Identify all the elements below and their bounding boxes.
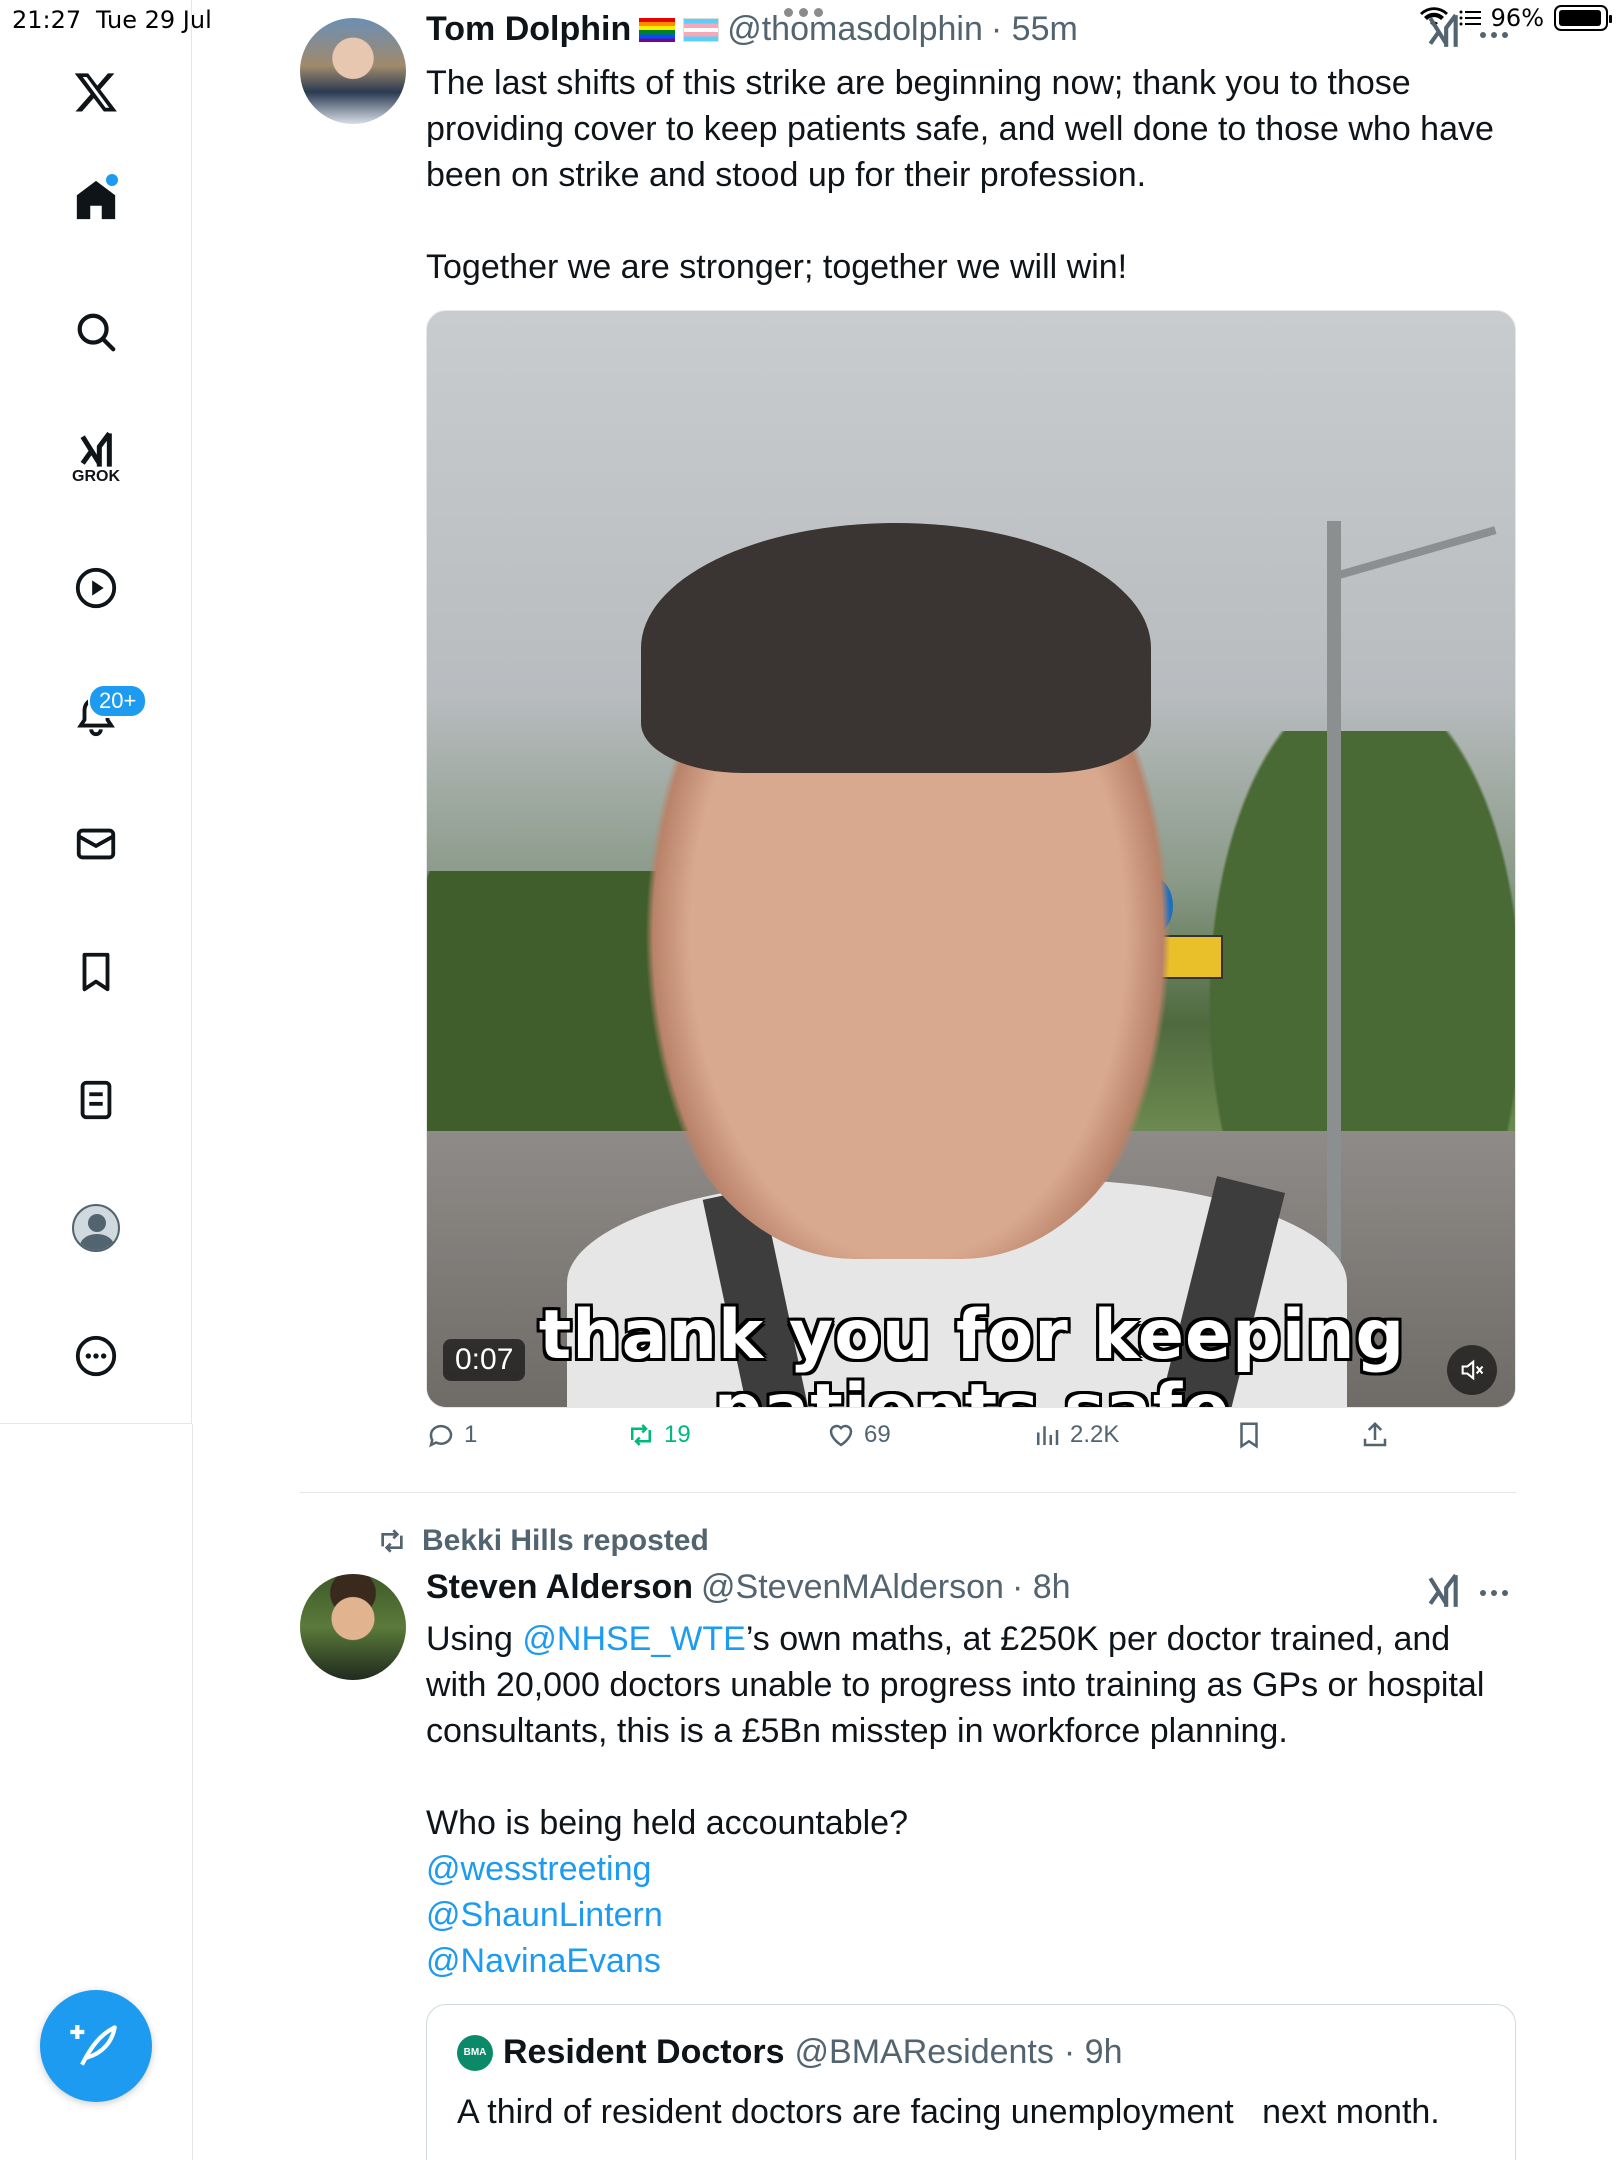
tweet-text-line: consultants, this is a £5Bn misstep in w… [426, 1712, 1288, 1750]
repost-icon [381, 1529, 403, 1553]
video-frame-lamppost-arm [1330, 526, 1497, 581]
bookmark-icon [82, 952, 110, 992]
tweet-text: Using @NHSE_WTE’s own maths, at £250K pe… [426, 1616, 1526, 1984]
battery-icon [1554, 5, 1612, 31]
x-logo-icon[interactable] [56, 52, 136, 132]
video-caption: thank you for keeping patients safe [427, 1296, 1515, 1408]
avatar[interactable] [300, 1574, 406, 1680]
avatar-icon [72, 1204, 120, 1252]
sidebar-item-video[interactable] [56, 548, 136, 628]
views-icon [1037, 1426, 1059, 1445]
sidebar-item-grok[interactable]: GROK [56, 418, 136, 498]
like-count: 69 [864, 1421, 891, 1448]
search-icon [77, 313, 116, 352]
author-name[interactable]: Tom Dolphin [426, 10, 631, 49]
quoted-tweet-time: · 9h [1063, 2033, 1123, 2071]
tweet-text-line: Together we are stronger; together we wi… [426, 248, 1128, 286]
sidebar-item-bookmarks[interactable] [56, 932, 136, 1012]
text-segment: ’s own maths, at £250K per doctor traine… [745, 1620, 1451, 1658]
more-icon [75, 1335, 117, 1377]
tweet-text-line: providing cover to keep patients safe, a… [426, 110, 1494, 148]
tweet-header: Tom Dolphin @thomasdolphin · 55m [426, 10, 1078, 49]
list-icon [80, 1080, 112, 1120]
grok-icon[interactable] [1424, 12, 1462, 50]
compose-icon [70, 2025, 117, 2066]
text-segment: Using [426, 1620, 523, 1658]
grok-icon[interactable] [1424, 1572, 1462, 1610]
mention-link[interactable]: @ShaunLintern [426, 1892, 1526, 1938]
compose-button[interactable] [40, 1990, 152, 2102]
tweet-header: Steven Alderson @StevenMAlderson · 8h [426, 1568, 1071, 1607]
more-options-icon[interactable] [1480, 32, 1508, 38]
bookmark-button[interactable] [1234, 1420, 1264, 1450]
video-frame-lamppost [1327, 521, 1341, 1341]
sidebar: GROK 20+ [0, 0, 192, 1424]
rainbow-flag-icon [639, 17, 676, 42]
view-count: 2.2K [1070, 1421, 1120, 1448]
notifications-badge: 20+ [88, 684, 148, 718]
reposted-by: Bekki Hills reposted [422, 1524, 709, 1557]
mention-link[interactable]: @NHSE_WTE [522, 1620, 745, 1658]
quoted-author-name: Resident Doctors [503, 2033, 785, 2071]
share-button[interactable] [1360, 1420, 1390, 1450]
tweet-text-line: Using @NHSE_WTE’s own maths, at £250K pe… [426, 1616, 1526, 1662]
author-handle[interactable]: @thomasdolphin [727, 10, 983, 49]
tweet-time[interactable]: · 8h [1012, 1568, 1071, 1607]
repost-indicator[interactable]: Bekki Hills reposted [376, 1524, 709, 1558]
tweet-text-line: Who is being held accountable? [426, 1804, 908, 1842]
bma-logo-icon: BMA [457, 2034, 493, 2071]
repost-button[interactable]: 19 [626, 1420, 691, 1450]
video-player[interactable]: thank you for keeping patients safe 0:07 [426, 310, 1516, 1408]
grok-icon [80, 431, 112, 467]
avatar[interactable] [300, 18, 406, 124]
video-frame-hair [641, 523, 1151, 773]
sidebar-item-profile[interactable] [56, 1188, 136, 1268]
quoted-tweet-text: A third of resident doctors are facing u… [457, 2093, 1440, 2131]
quoted-author-handle: @BMAResidents [794, 2033, 1054, 2071]
author-name[interactable]: Steven Alderson [426, 1568, 693, 1607]
quoted-tweet-header: BMA Resident Doctors @BMAResidents · 9h [457, 2033, 1122, 2072]
tweet-text-line: with 20,000 doctors unable to progress i… [426, 1666, 1485, 1704]
sidebar-item-messages[interactable] [56, 804, 136, 884]
repost-icon [631, 1424, 651, 1446]
sidebar-item-more[interactable] [56, 1316, 136, 1396]
quoted-tweet[interactable]: BMA Resident Doctors @BMAResidents · 9h … [426, 2004, 1516, 2160]
share-icon [1363, 1421, 1387, 1447]
video-caption-line: patients safe [427, 1373, 1515, 1408]
tweet-divider [300, 1492, 1516, 1493]
author-handle[interactable]: @StevenMAlderson [701, 1568, 1004, 1607]
reply-count: 1 [464, 1421, 478, 1448]
play-icon [75, 567, 117, 609]
mute-button[interactable] [1447, 1345, 1497, 1395]
repost-count: 19 [664, 1421, 691, 1448]
bookmark-icon [1240, 1422, 1258, 1449]
like-button[interactable]: 69 [826, 1420, 891, 1450]
tweet-actions: 1 19 69 2.2K [426, 1420, 1516, 1464]
battery-fill [1559, 10, 1602, 26]
reply-button[interactable]: 1 [426, 1420, 477, 1450]
tweet-time[interactable]: · 55m [991, 10, 1078, 49]
reply-icon [429, 1424, 453, 1448]
battery-percent: 96% [1490, 4, 1544, 32]
video-duration: 0:07 [443, 1339, 526, 1381]
more-options-icon[interactable] [1480, 1590, 1508, 1596]
sidebar-item-lists[interactable] [56, 1060, 136, 1140]
trans-flag-icon [683, 17, 720, 42]
speaker-muted-icon [1461, 1359, 1484, 1381]
mention-link[interactable]: @wesstreeting [426, 1846, 1526, 1892]
mention-link[interactable]: @NavinaEvans [426, 1938, 1526, 1984]
sidebar-divider [192, 1424, 193, 2160]
video-caption-line: thank you for keeping [538, 1296, 1406, 1375]
sidebar-item-search[interactable] [56, 292, 136, 372]
tweet-text: The last shifts of this strike are begin… [426, 60, 1526, 290]
tweet-text-line: been on strike and stood up for their pr… [426, 156, 1147, 194]
home-unread-dot [106, 174, 118, 186]
mail-icon [76, 828, 116, 860]
sidebar-item-home[interactable] [56, 160, 136, 240]
views-button[interactable]: 2.2K [1032, 1420, 1119, 1450]
grok-label: GROK [72, 468, 120, 485]
heart-icon [829, 1424, 853, 1447]
tweet-text-line: The last shifts of this strike are begin… [426, 64, 1411, 102]
